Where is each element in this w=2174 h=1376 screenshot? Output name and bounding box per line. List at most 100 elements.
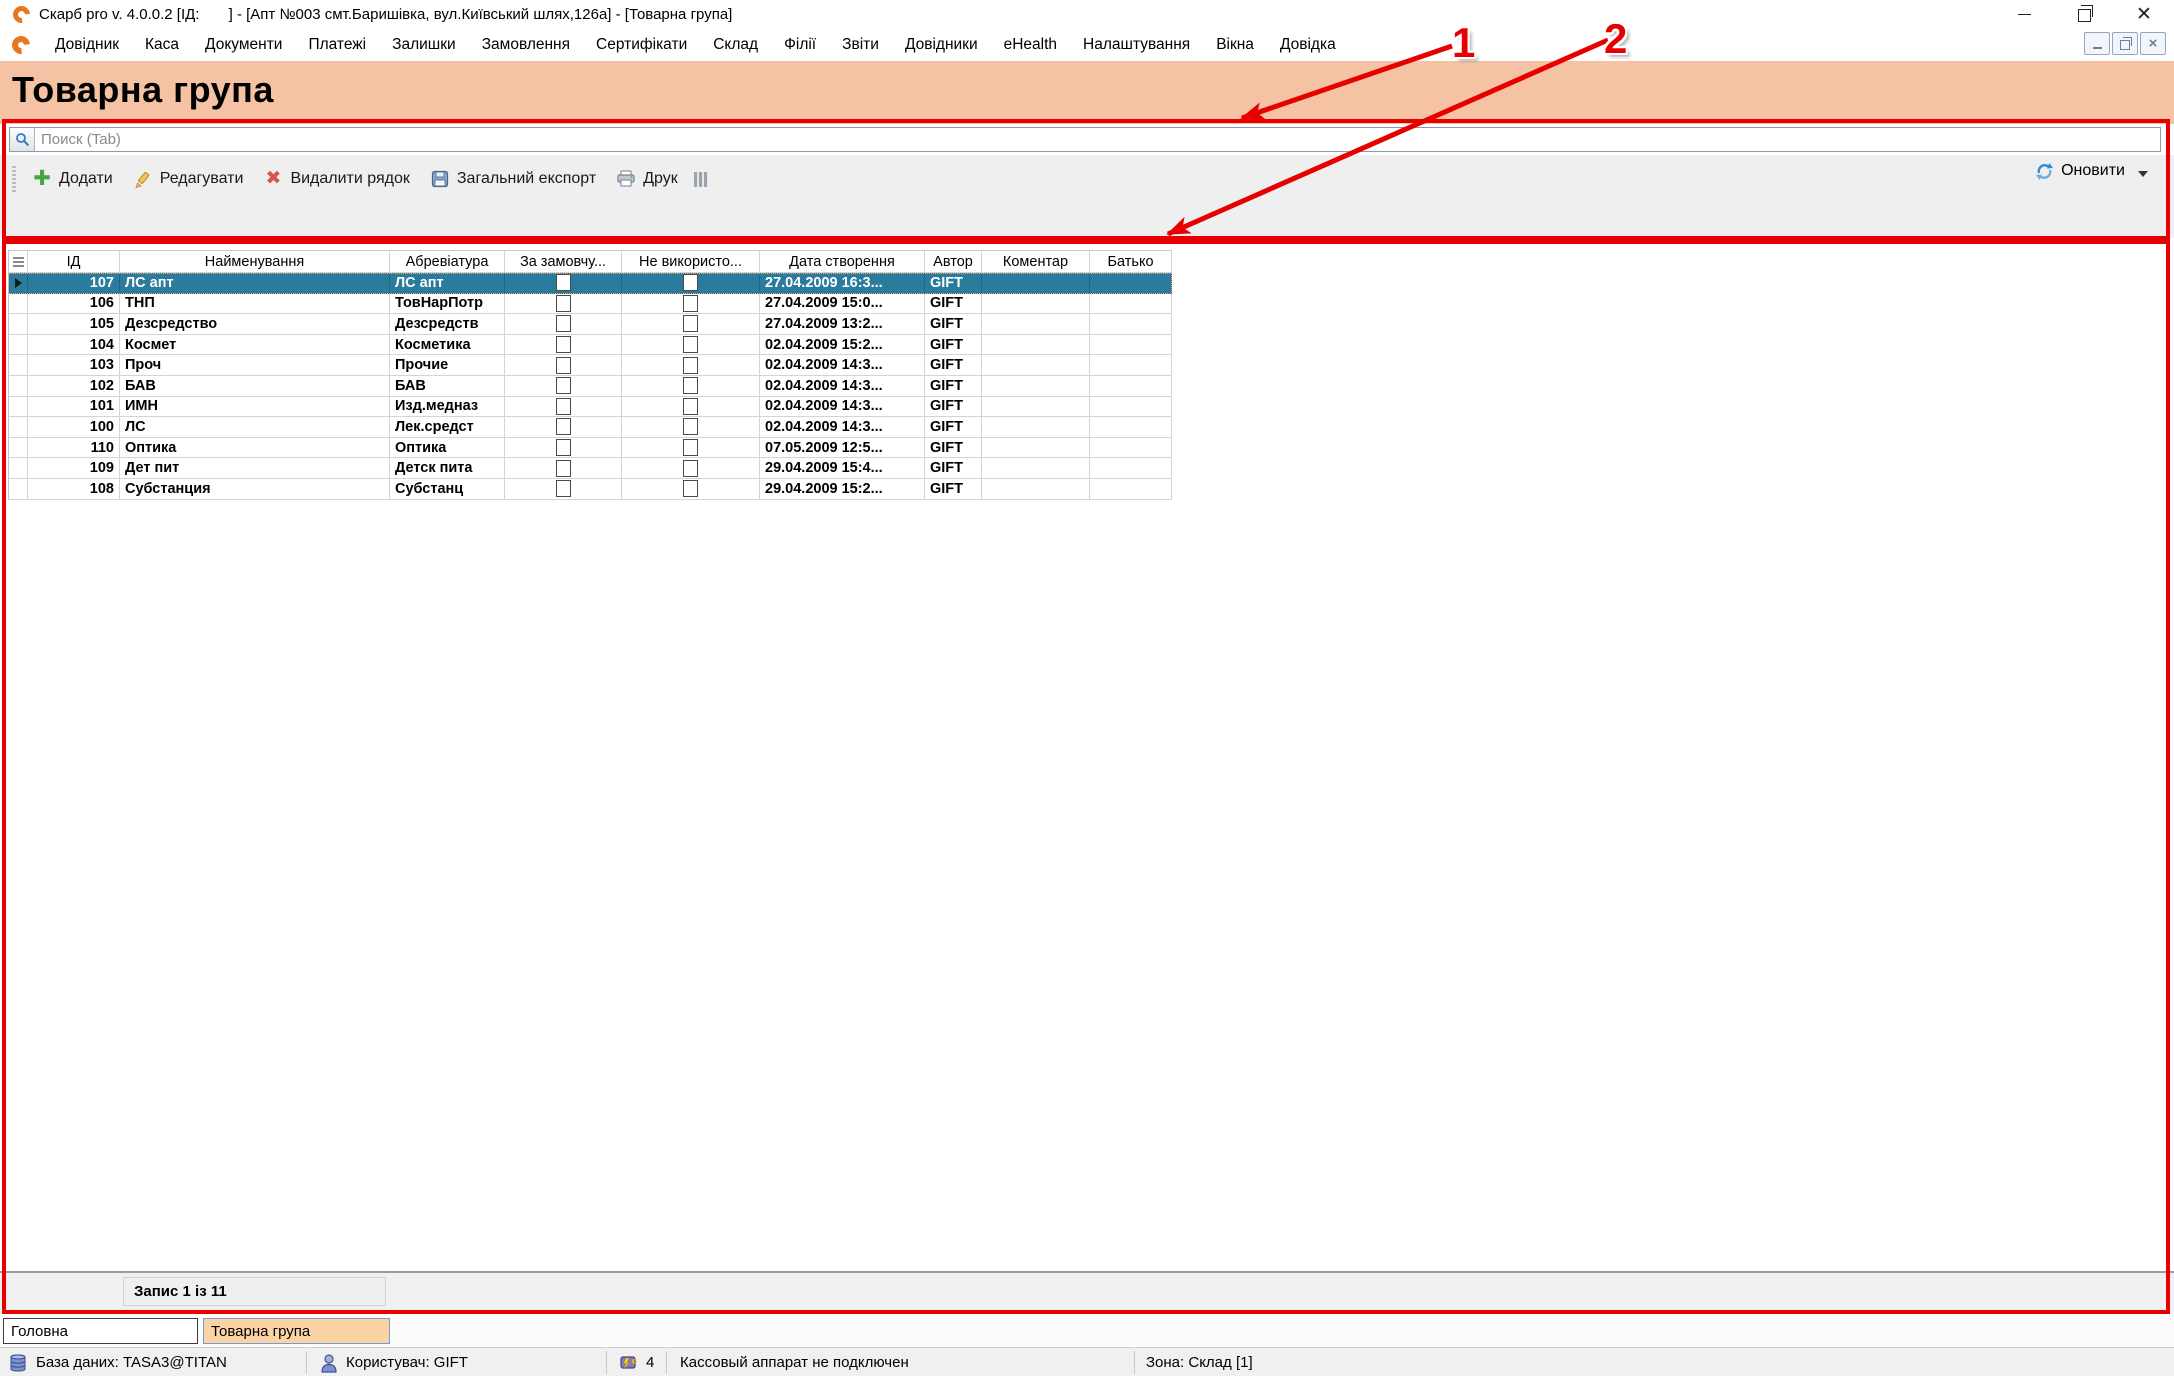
search-input[interactable]: Поиск (Tab) <box>9 127 2161 152</box>
grid-options-icon[interactable] <box>13 257 24 267</box>
not-used-checkbox[interactable] <box>683 480 698 497</box>
cell-id: 110 <box>28 438 120 459</box>
default-checkbox[interactable] <box>556 357 571 374</box>
add-button[interactable]: ✚Додати <box>22 165 123 193</box>
menu-item-3[interactable]: Документи <box>192 28 295 61</box>
print-button[interactable]: Друк <box>606 165 688 193</box>
column-header-3[interactable]: Абревіатура <box>390 250 505 273</box>
menu-item-12[interactable]: eHealth <box>991 28 1070 61</box>
table-row[interactable]: 109Дет питДетск пита29.04.2009 15:4...GI… <box>8 458 1172 479</box>
default-checkbox[interactable] <box>556 480 571 497</box>
menu-item-8[interactable]: Склад <box>700 28 771 61</box>
app-logo-icon <box>10 2 34 26</box>
column-header-6[interactable]: Дата створення <box>760 250 925 273</box>
column-header-1[interactable]: ІД <box>28 250 120 273</box>
close-button[interactable]: ✕ <box>2114 0 2174 28</box>
column-header-9[interactable]: Батько <box>1090 250 1172 273</box>
tab-1[interactable]: Головна <box>3 1318 198 1344</box>
table-row[interactable]: 105ДезсредствоДезсредств27.04.2009 13:2.… <box>8 314 1172 335</box>
tab-2-active[interactable]: Товарна група <box>203 1318 390 1344</box>
page-title: Товарна група <box>12 69 274 111</box>
mdi-minimize-button[interactable] <box>2084 32 2110 55</box>
menu-item-11[interactable]: Довідники <box>892 28 991 61</box>
menu-item-10[interactable]: Звіти <box>829 28 892 61</box>
minimize-button[interactable] <box>1994 0 2054 28</box>
user-label: Користувач: GIFT <box>346 1354 468 1371</box>
cell-default <box>505 417 622 438</box>
menu-item-15[interactable]: Довідка <box>1267 28 1349 61</box>
not-used-checkbox[interactable] <box>683 274 698 291</box>
menu-item-13[interactable]: Налаштування <box>1070 28 1203 61</box>
columns-icon[interactable] <box>694 172 708 187</box>
not-used-checkbox[interactable] <box>683 418 698 435</box>
restore-icon <box>2078 9 2091 22</box>
not-used-checkbox[interactable] <box>683 315 698 332</box>
delete-row-button[interactable]: ✖Видалити рядок <box>253 165 419 193</box>
not-used-checkbox[interactable] <box>683 460 698 477</box>
edit-button[interactable]: Редагувати <box>123 165 254 193</box>
default-checkbox[interactable] <box>556 460 571 477</box>
not-used-checkbox[interactable] <box>683 336 698 353</box>
menu-item-4[interactable]: Платежі <box>295 28 379 61</box>
default-checkbox[interactable] <box>556 418 571 435</box>
menu-item-6[interactable]: Замовлення <box>469 28 583 61</box>
not-used-checkbox[interactable] <box>683 377 698 394</box>
export-button[interactable]: Загальний експорт <box>420 165 606 193</box>
cell-parent <box>1090 397 1172 418</box>
cell-abbr: ЛС апт <box>390 273 505 294</box>
menu-item-5[interactable]: Залишки <box>379 28 469 61</box>
table-row[interactable]: 101ИМНИзд.медназ02.04.2009 14:3...GIFT <box>8 397 1172 418</box>
row-indicator <box>8 294 28 315</box>
default-checkbox[interactable] <box>556 439 571 456</box>
row-indicator <box>8 458 28 479</box>
toolbar-button-label: Загальний експорт <box>457 170 596 188</box>
cell-default <box>505 397 622 418</box>
table-row[interactable]: 103ПрочПрочие02.04.2009 14:3...GIFT <box>8 355 1172 376</box>
default-checkbox[interactable] <box>556 336 571 353</box>
default-checkbox[interactable] <box>556 398 571 415</box>
table-row[interactable]: 104КосметКосметика02.04.2009 15:2...GIFT <box>8 335 1172 356</box>
not-used-checkbox[interactable] <box>683 398 698 415</box>
menu-item-9[interactable]: Філії <box>771 28 829 61</box>
table-row[interactable]: 107ЛС аптЛС апт27.04.2009 16:3...GIFT <box>8 273 1172 294</box>
default-checkbox[interactable] <box>556 274 571 291</box>
not-used-checkbox[interactable] <box>683 439 698 456</box>
cell-comment <box>982 335 1090 356</box>
column-header-5[interactable]: Не використо... <box>622 250 760 273</box>
chevron-down-icon[interactable] <box>2138 171 2148 177</box>
cell-created: 02.04.2009 14:3... <box>760 417 925 438</box>
cash-register-icon <box>618 1353 638 1372</box>
toolbar-grip-handle[interactable] <box>12 166 16 192</box>
default-checkbox[interactable] <box>556 315 571 332</box>
not-used-checkbox[interactable] <box>683 295 698 312</box>
table-row[interactable]: 110ОптикаОптика07.05.2009 12:5...GIFT <box>8 438 1172 459</box>
menu-item-2[interactable]: Каса <box>132 28 192 61</box>
cell-name: ЛС апт <box>120 273 390 294</box>
row-indicator <box>8 397 28 418</box>
restore-button[interactable] <box>2054 0 2114 28</box>
record-status: Запис 1 із 11 <box>123 1277 386 1306</box>
table-row[interactable]: 106ТНПТовНарПотр27.04.2009 15:0...GIFT <box>8 294 1172 315</box>
mdi-restore-button[interactable] <box>2112 32 2138 55</box>
column-header-4[interactable]: За замовчу... <box>505 250 622 273</box>
default-checkbox[interactable] <box>556 377 571 394</box>
column-header-2[interactable]: Найменування <box>120 250 390 273</box>
user-icon <box>320 1353 338 1373</box>
search-icon <box>15 132 30 147</box>
default-checkbox[interactable] <box>556 295 571 312</box>
refresh-button[interactable]: Оновити <box>2034 161 2148 181</box>
menu-item-7[interactable]: Сертифікати <box>583 28 700 61</box>
cell-parent <box>1090 294 1172 315</box>
table-row[interactable]: 100ЛСЛек.средст02.04.2009 14:3...GIFT <box>8 417 1172 438</box>
table-row[interactable]: 102БАВБАВ02.04.2009 14:3...GIFT <box>8 376 1172 397</box>
column-header-7[interactable]: Автор <box>925 250 982 273</box>
menu-item-1[interactable]: Довідник <box>42 28 132 61</box>
column-header-8[interactable]: Коментар <box>982 250 1090 273</box>
table-row[interactable]: 108СубстанцияСубстанц29.04.2009 15:2...G… <box>8 479 1172 500</box>
not-used-checkbox[interactable] <box>683 357 698 374</box>
cash-status: Кассовый аппарат не подключен <box>680 1348 909 1376</box>
mdi-close-button[interactable]: × <box>2140 32 2166 55</box>
search-button[interactable] <box>10 128 35 151</box>
menu-item-14[interactable]: Вікна <box>1203 28 1267 61</box>
user-status: Користувач: GIFT <box>320 1348 468 1376</box>
